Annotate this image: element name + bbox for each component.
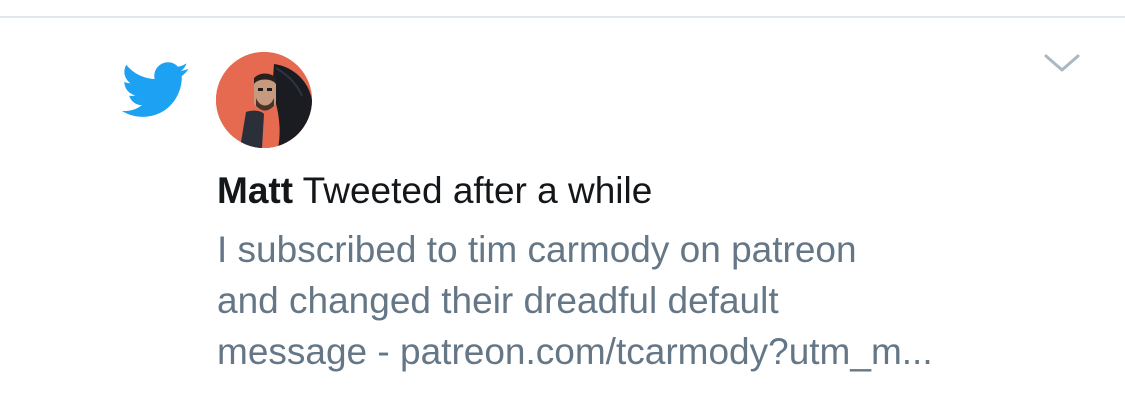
chevron-down-icon[interactable] — [1042, 50, 1082, 74]
user-name[interactable]: Matt — [217, 170, 293, 211]
twitter-bird-icon — [122, 62, 189, 117]
tweet-line: and changed their dreadful default — [217, 280, 779, 321]
tweet-line: I subscribed to tim carmody on patreon — [217, 229, 857, 270]
notification-headline: Matt Tweeted after a while — [217, 168, 652, 214]
action-text: Tweeted after a while — [302, 170, 653, 211]
avatar-photo — [216, 52, 312, 148]
tweet-line: message - patreon.com/tcarmody?utm_m... — [217, 331, 933, 372]
top-divider — [0, 16, 1125, 18]
tweet-text[interactable]: I subscribed to tim carmody on patreon a… — [217, 224, 1097, 377]
avatar[interactable] — [216, 52, 312, 148]
